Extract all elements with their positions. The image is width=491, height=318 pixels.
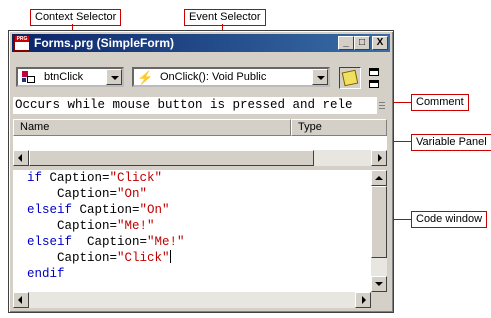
tile-icon — [369, 80, 379, 88]
code-string: "Click" — [117, 251, 170, 265]
context-dropdown-button[interactable] — [106, 69, 122, 85]
event-selector-value: OnClick(): Void Public — [160, 71, 267, 83]
code-vscrollbar[interactable] — [371, 170, 387, 292]
arrow-up-icon — [375, 176, 383, 180]
code-string: "Click" — [109, 171, 163, 185]
code-string: "Me!" — [117, 219, 155, 233]
scroll-right-button[interactable] — [371, 150, 387, 166]
code-line[interactable]: Caption="Me!" — [27, 218, 371, 234]
callout-comment: Comment — [411, 94, 469, 111]
cascade-icon — [369, 68, 379, 76]
event-icon: ⚡ — [137, 70, 154, 85]
code-text: Caption= — [42, 171, 110, 185]
code-text: Caption= — [27, 251, 118, 265]
code-string: "On" — [117, 187, 148, 201]
prg-file-icon: PRG — [14, 35, 30, 51]
code-hscrollbar[interactable] — [13, 292, 371, 308]
variable-hscrollbar[interactable] — [13, 150, 387, 166]
arrow-right-icon — [362, 296, 366, 304]
text-caret — [169, 250, 171, 263]
comment-bar: Occurs while mouse button is pressed and… — [13, 97, 377, 114]
callout-code-window: Code window — [411, 211, 488, 228]
code-string: "Me!" — [147, 235, 185, 249]
code-line[interactable]: elseif Caption="On" — [27, 202, 371, 218]
code-line[interactable]: endif — [27, 266, 371, 282]
code-keyword: elseif — [27, 235, 73, 249]
scroll-left-button[interactable] — [13, 292, 29, 308]
window-title: Forms.prg (SimpleForm) — [34, 36, 175, 50]
code-line[interactable]: Caption="On" — [27, 186, 371, 202]
code-line[interactable]: Caption="Click" — [27, 250, 371, 266]
code-keyword: if — [27, 171, 43, 185]
scroll-right-button[interactable] — [355, 292, 371, 308]
code-editor[interactable]: if Caption="Click" Caption="On" elseif Ca… — [13, 170, 371, 292]
code-text: Caption= — [72, 203, 140, 217]
column-header-type[interactable]: Type — [291, 119, 387, 136]
notes-button[interactable] — [339, 67, 361, 89]
callout-variable-panel: Variable Panel — [411, 134, 491, 151]
hscroll-thumb[interactable] — [29, 150, 314, 166]
code-line[interactable]: if Caption="Click" — [27, 170, 371, 186]
vscroll-thumb[interactable] — [371, 186, 387, 258]
context-selector-value: btnClick — [44, 71, 84, 83]
minimize-button[interactable]: _ — [338, 36, 354, 50]
arrow-left-icon — [18, 296, 22, 304]
title-bar[interactable]: PRG Forms.prg (SimpleForm) _ □ X — [12, 34, 390, 52]
scroll-up-button[interactable] — [371, 170, 387, 186]
window-layout-button[interactable] — [366, 65, 384, 91]
maximize-button[interactable]: □ — [354, 36, 370, 50]
code-keyword: endif — [27, 267, 65, 281]
variable-list[interactable] — [13, 136, 387, 150]
callout-event-selector: Event Selector — [184, 9, 266, 26]
callout-context-selector: Context Selector — [30, 9, 122, 26]
chevron-down-icon — [317, 76, 325, 80]
code-text: Caption= — [27, 187, 118, 201]
close-button[interactable]: X — [372, 36, 388, 50]
chevron-down-icon — [111, 76, 119, 80]
column-header-name[interactable]: Name — [13, 119, 291, 136]
code-line[interactable]: elseif Caption="Me!" — [27, 234, 371, 250]
arrow-right-icon — [378, 154, 382, 162]
scroll-down-button[interactable] — [371, 276, 387, 292]
event-dropdown-button[interactable] — [312, 69, 328, 85]
control-icon — [22, 71, 36, 84]
event-selector[interactable]: ⚡ OnClick(): Void Public — [132, 67, 330, 87]
editor-window: PRG Forms.prg (SimpleForm) _ □ X btnClic… — [8, 30, 394, 313]
context-selector[interactable]: btnClick — [16, 67, 124, 87]
code-string: "On" — [139, 203, 170, 217]
code-keyword: elseif — [27, 203, 73, 217]
code-text: Caption= — [72, 235, 148, 249]
size-grip[interactable] — [371, 292, 387, 308]
scroll-left-button[interactable] — [13, 150, 29, 166]
comment-splitter[interactable] — [377, 97, 387, 114]
arrow-down-icon — [375, 282, 383, 286]
notepad-icon — [341, 69, 359, 87]
code-text: Caption= — [27, 219, 118, 233]
arrow-left-icon — [18, 154, 22, 162]
